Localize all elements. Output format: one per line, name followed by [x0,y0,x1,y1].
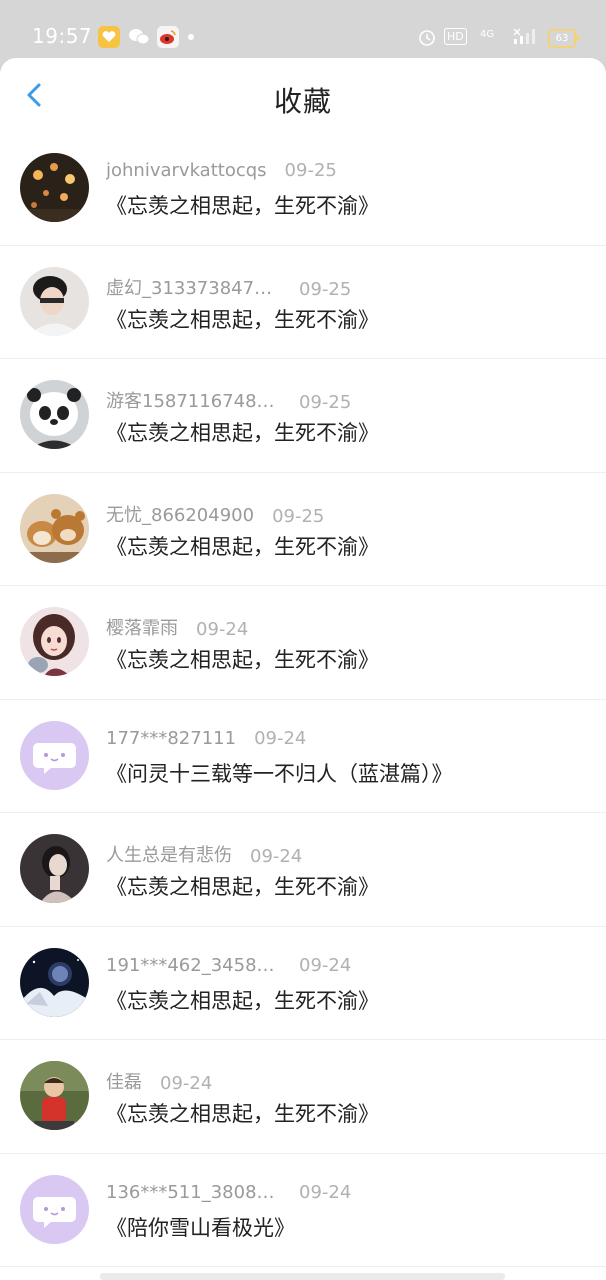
date: 09-25 [284,160,337,181]
avatar[interactable] [20,380,89,449]
user-name[interactable]: 人生总是有悲伤 [106,841,232,867]
user-name[interactable]: 177***827111 [106,728,236,749]
user-name[interactable]: 无忧_866204900 [106,501,254,527]
user-name[interactable]: 樱落霏雨 [106,614,178,640]
avatar[interactable] [20,493,89,563]
date: 09-25 [299,392,352,413]
book-title[interactable]: 《忘羡之相思起，生死不渝》 [106,871,379,901]
book-title[interactable]: 《陪你雪山看极光》 [106,1212,295,1242]
date: 09-24 [250,846,303,867]
battery-icon: 63 [548,29,579,48]
network-label: 4G [480,29,495,40]
book-title[interactable]: 《忘羡之相思起，生死不渝》 [106,190,379,220]
hd-badge: HD [444,28,467,45]
item-meta: 佳磊 09-24 [106,1068,212,1094]
user-name[interactable]: 佳磊 [106,1068,142,1094]
chat-bubble-icon [20,1174,89,1244]
item-meta: 游客15871167482... 09-25 [106,387,351,413]
item-meta: 177***827111 09-24 [106,728,306,750]
chat-bubble-icon [20,720,89,790]
avatar[interactable] [20,266,89,336]
user-name[interactable]: 191***462_34585... [106,955,281,976]
book-title[interactable]: 《问灵十三载等一不归人（蓝湛篇）》 [106,758,453,788]
notification-dot [188,34,194,40]
item-meta: 无忧_866204900 09-25 [106,501,324,527]
avatar[interactable] [20,1174,89,1244]
date: 09-24 [299,1181,352,1203]
date: 09-25 [272,505,325,527]
bottom-divider [100,1273,505,1280]
book-title[interactable]: 《忘羡之相思起，生死不渝》 [106,417,379,447]
user-name[interactable]: 虚幻_3133738476... [106,274,281,300]
book-title[interactable]: 《忘羡之相思起，生死不渝》 [106,531,379,561]
page-title: 收藏 [273,85,332,118]
list-item[interactable]: 人生总是有悲伤 09-24 《忘羡之相思起，生死不渝》 [0,813,606,927]
avatar[interactable] [20,153,89,222]
wechat-icon [128,26,150,48]
list-item[interactable]: johnivarvkattocqs 09-25 《忘羡之相思起，生死不渝》 [0,132,606,246]
item-meta: 191***462_34585... 09-24 [106,955,351,977]
list-item[interactable]: 樱落霏雨 09-24 《忘羡之相思起，生死不渝》 [0,586,606,700]
avatar[interactable] [20,1061,89,1130]
user-name[interactable]: 游客15871167482... [106,387,281,413]
item-meta: 136***511_38083... 09-24 [106,1182,351,1204]
avatar[interactable] [20,947,89,1017]
weibo-icon [157,26,179,48]
signal-4g-icon: 4G [480,27,494,47]
battery-level: 63 [555,33,569,44]
user-name[interactable]: johnivarvkattocqs [106,160,267,181]
list-item[interactable]: 虚幻_3133738476... 09-25 《忘羡之相思起，生死不渝》 [0,246,606,360]
list-item[interactable]: 136***511_38083... 09-24 《陪你雪山看极光》 [0,1154,606,1268]
date: 09-24 [196,619,249,640]
favorites-list: johnivarvkattocqs 09-25 《忘羡之相思起，生死不渝》 虚幻_… [0,132,606,1280]
list-item[interactable]: 191***462_34585... 09-24 《忘羡之相思起，生死不渝》 [0,927,606,1041]
book-title[interactable]: 《忘羡之相思起，生死不渝》 [106,304,379,334]
date: 09-24 [160,1073,213,1094]
item-meta: 虚幻_3133738476... 09-25 [106,274,351,300]
date: 09-24 [299,954,352,976]
list-item[interactable]: 游客15871167482... 09-25 《忘羡之相思起，生死不渝》 [0,359,606,473]
book-title[interactable]: 《忘羡之相思起，生死不渝》 [106,985,379,1015]
item-meta: 樱落霏雨 09-24 [106,614,248,640]
item-meta: johnivarvkattocqs 09-25 [106,160,337,182]
date: 09-24 [254,727,307,749]
book-title[interactable]: 《忘羡之相思起，生死不渝》 [106,1098,379,1128]
nav-bar: 收藏 [0,58,606,132]
avatar[interactable] [20,607,89,676]
list-item[interactable]: 佳磊 09-24 《忘羡之相思起，生死不渝》 [0,1040,606,1154]
list-item[interactable]: 无忧_866204900 09-25 《忘羡之相思起，生死不渝》 [0,473,606,587]
signal-bars-icon [512,27,538,47]
list-item[interactable]: 177***827111 09-24 《问灵十三载等一不归人（蓝湛篇）》 [0,700,606,814]
heart-app-icon [98,26,120,48]
user-name[interactable]: 136***511_38083... [106,1182,281,1203]
date: 09-25 [299,278,352,300]
avatar[interactable] [20,834,89,903]
alarm-icon [417,27,437,47]
avatar[interactable] [20,720,89,790]
item-meta: 人生总是有悲伤 09-24 [106,841,302,867]
book-title[interactable]: 《忘羡之相思起，生死不渝》 [106,644,379,674]
status-time: 19:57 [32,24,93,48]
